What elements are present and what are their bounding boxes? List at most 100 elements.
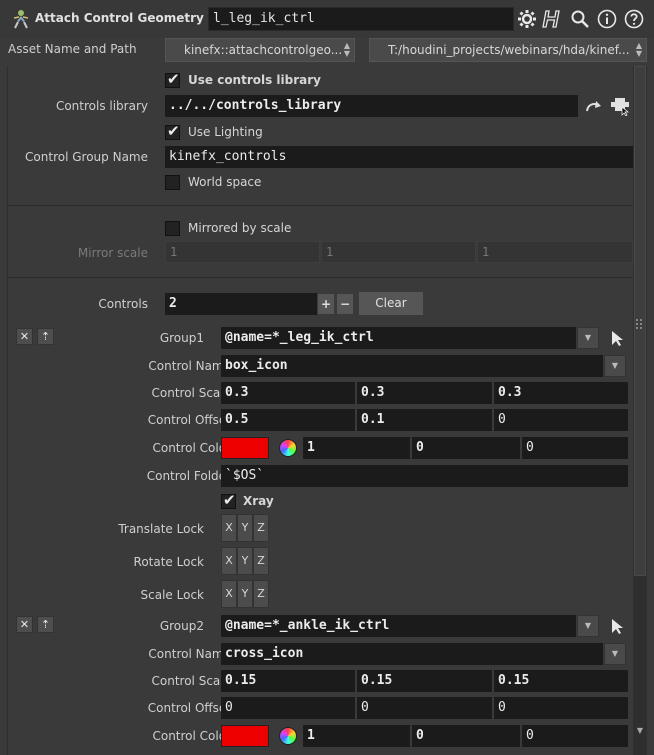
control-group-name-field[interactable]: kinefx_controls [165, 146, 633, 168]
control-color-label: Control Color [152, 729, 231, 743]
translate-lock-z-toggle[interactable]: Z [253, 514, 269, 542]
remove-instance-button[interactable]: − [336, 293, 354, 315]
xray-checkbox[interactable]: ✔ [221, 491, 236, 509]
control-name-label: Control Name [148, 359, 231, 373]
rotate-lock-x-toggle[interactable]: X [221, 547, 237, 575]
control-color-swatch[interactable] [221, 725, 269, 747]
check-icon: ✔ [167, 122, 180, 140]
help-icon[interactable] [623, 8, 645, 30]
gear-icon[interactable] [516, 8, 538, 30]
rotate-lock-y-toggle[interactable]: Y [237, 547, 253, 575]
controls-count-label: Controls [98, 297, 148, 311]
control-scale-z-field[interactable]: 0.15 [494, 670, 628, 692]
control-name-field[interactable]: cross_icon [221, 643, 603, 665]
asset-path-value: T:/houdini_projects/webinars/hda/kinef..… [388, 43, 630, 57]
separator [8, 277, 633, 278]
color-wheel-icon[interactable] [279, 439, 297, 457]
control-offset-y-field[interactable]: 0 [357, 697, 492, 719]
control-color-label: Control Color [152, 441, 231, 455]
control-scale-y-field[interactable]: 0.15 [357, 670, 492, 692]
controls-library-field[interactable]: ../../controls_library [165, 95, 578, 117]
control-color-b-field[interactable]: 0 [522, 437, 628, 459]
control-scale-z-field[interactable]: 0.3 [494, 382, 628, 404]
use-controls-library-checkbox[interactable]: ✔ [165, 70, 180, 88]
vertical-scrollbar[interactable]: ▲ ▼ [633, 66, 647, 755]
control-color-r-field[interactable]: 1 [303, 437, 410, 459]
control-name-dropdown[interactable]: ▼ [604, 643, 626, 665]
node-type-icon [13, 10, 29, 29]
group-field[interactable]: @name=*_ankle_ik_ctrl [221, 615, 576, 637]
group-field[interactable]: @name=*_leg_ik_ctrl [221, 327, 576, 349]
translate-lock-y-toggle[interactable]: Y [237, 514, 253, 542]
rotate-lock-label: Rotate Lock [133, 555, 204, 569]
grip-icon [636, 319, 642, 329]
group-label: Group1 [159, 331, 204, 345]
control-offset-y-field[interactable]: 0.1 [357, 409, 492, 431]
operator-chooser-icon[interactable] [610, 96, 630, 116]
asset-name-label: Asset Name and Path [8, 42, 137, 56]
mirror-scale-x-field[interactable]: 1 [165, 241, 320, 263]
remove-instance-icon[interactable]: ✕ [16, 328, 33, 345]
asset-name-value: kinefx::attachcontrolgeo... [184, 43, 343, 57]
control-offset-label: Control Offset [147, 413, 231, 427]
control-color-r-field[interactable]: 1 [303, 725, 410, 747]
control-scale-x-field[interactable]: 0.3 [221, 382, 355, 404]
updown-arrow-icon: ▲ ▼ [343, 41, 350, 58]
select-arrow-icon[interactable] [609, 618, 625, 634]
group-label: Group2 [159, 619, 204, 633]
houdini-help-icon[interactable] [542, 8, 564, 30]
control-offset-z-field[interactable]: 0 [494, 697, 628, 719]
insert-instance-icon[interactable]: ⇡ [37, 616, 54, 633]
control-name-label: Control Name [148, 647, 231, 661]
control-name-field[interactable]: box_icon [221, 355, 603, 377]
color-wheel-icon[interactable] [279, 727, 297, 745]
control-offset-z-field[interactable]: 0 [494, 409, 628, 431]
mirror-scale-label: Mirror scale [77, 246, 148, 260]
mirror-scale-y-field[interactable]: 1 [321, 241, 476, 263]
control-scale-label: Control Scale [151, 386, 231, 400]
mirrored-by-scale-label: Mirrored by scale [188, 221, 292, 235]
control-name-dropdown[interactable]: ▼ [604, 355, 626, 377]
translate-lock-x-toggle[interactable]: X [221, 514, 237, 542]
scroll-down-arrow-icon[interactable]: ▼ [635, 726, 645, 736]
control-folder-field[interactable]: `$OS` [221, 465, 628, 487]
control-scale-x-field[interactable]: 0.15 [221, 670, 355, 692]
control-offset-x-field[interactable]: 0 [221, 697, 355, 719]
info-icon[interactable] [596, 8, 618, 30]
select-arrow-icon[interactable] [609, 330, 625, 346]
group-menu-dropdown[interactable]: ▼ [577, 615, 599, 637]
jump-to-operator-icon[interactable] [585, 99, 603, 115]
control-color-g-field[interactable]: 0 [412, 437, 520, 459]
use-lighting-checkbox[interactable]: ✔ [165, 122, 180, 140]
add-instance-button[interactable]: + [317, 293, 335, 315]
scale-lock-label: Scale Lock [140, 588, 204, 602]
control-color-g-field[interactable]: 0 [412, 725, 520, 747]
scale-lock-y-toggle[interactable]: Y [237, 580, 253, 608]
controls-count-field[interactable]: 2 [165, 293, 317, 315]
scale-lock-x-toggle[interactable]: X [221, 580, 237, 608]
node-name-field[interactable]: l_leg_ik_ctrl [208, 7, 514, 31]
use-controls-library-label: Use controls library [188, 73, 322, 87]
asset-name-dropdown[interactable]: kinefx::attachcontrolgeo... ▲ ▼ [165, 38, 355, 62]
scale-lock-z-toggle[interactable]: Z [253, 580, 269, 608]
control-scale-y-field[interactable]: 0.3 [357, 382, 492, 404]
rotate-lock-z-toggle[interactable]: Z [253, 547, 269, 575]
control-scale-label: Control Scale [151, 674, 231, 688]
asset-path-dropdown[interactable]: T:/houdini_projects/webinars/hda/kinef..… [369, 38, 647, 62]
world-space-checkbox[interactable] [165, 175, 180, 190]
insert-instance-icon[interactable]: ⇡ [37, 328, 54, 345]
group-menu-dropdown[interactable]: ▼ [577, 327, 599, 349]
control-color-b-field[interactable]: 0 [522, 725, 628, 747]
mirror-scale-z-field[interactable]: 1 [477, 241, 633, 263]
clear-instances-button[interactable]: Clear [358, 291, 424, 316]
world-space-label: World space [188, 175, 262, 189]
updown-arrow-icon: ▲ ▼ [635, 41, 642, 58]
remove-instance-icon[interactable]: ✕ [16, 616, 33, 633]
control-color-swatch[interactable] [221, 437, 269, 459]
search-icon[interactable] [569, 8, 591, 30]
controls-library-label: Controls library [55, 99, 148, 113]
parameter-panel: ✔ Use controls library Controls library … [7, 66, 633, 755]
mirrored-by-scale-checkbox[interactable] [165, 221, 180, 236]
asset-name-row: Asset Name and Path kinefx::attachcontro… [0, 38, 654, 64]
control-offset-x-field[interactable]: 0.5 [221, 409, 355, 431]
